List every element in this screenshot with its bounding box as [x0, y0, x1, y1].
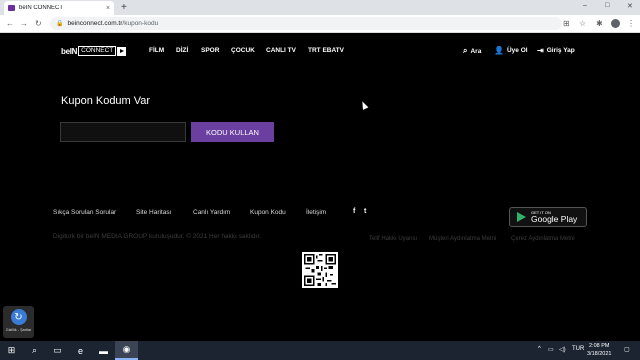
- file-explorer-icon[interactable]: ▬: [92, 341, 115, 360]
- close-window-button[interactable]: ✕: [627, 2, 633, 10]
- nav-cocuk[interactable]: ÇOCUK: [231, 47, 255, 54]
- address-bar: ← → ↻ 🔒 beinconnect.com.tr/kupon-kodu ⊞ …: [0, 15, 640, 33]
- forward-arrow-icon[interactable]: →: [20, 18, 28, 29]
- login-icon: ⇥: [537, 46, 544, 55]
- bein-connect-logo[interactable]: beIN CONNECT: [61, 46, 127, 56]
- nav-spor[interactable]: SPOR: [201, 47, 219, 54]
- nav-dizi[interactable]: DİZİ: [176, 47, 188, 54]
- nav-trt-ebatv[interactable]: TRT EBATV: [308, 47, 344, 54]
- logo-bein-text: beIN: [61, 46, 78, 56]
- browser-tab[interactable]: beIN CONNECT ×: [4, 1, 114, 15]
- browser-tab-strip: beIN CONNECT × + – □ ✕: [0, 0, 640, 15]
- url-text: beinconnect.com.tr/kupon-kodu: [67, 20, 158, 27]
- translate-icon[interactable]: ⊞: [563, 18, 570, 29]
- add-user-icon: 👤: [494, 46, 504, 55]
- facebook-icon[interactable]: f: [353, 208, 355, 215]
- tab-title: beIN CONNECT: [19, 5, 64, 11]
- url-field[interactable]: 🔒 beinconnect.com.tr/kupon-kodu: [50, 17, 562, 30]
- language-indicator[interactable]: TUR: [572, 346, 584, 352]
- privacy-notification[interactable]: ↻ Gizlilik - Şartlar: [3, 306, 34, 338]
- search-icon[interactable]: ⌕: [23, 341, 46, 360]
- redeem-code-button[interactable]: KODU KULLAN: [191, 122, 274, 142]
- search-button[interactable]: ⌕ Ara: [463, 46, 481, 56]
- bein-favicon-icon: [8, 5, 15, 11]
- recaptcha-icon: ↻: [10, 309, 27, 325]
- qr-code: [302, 252, 338, 288]
- page-title: Kupon Kodum Var: [61, 95, 151, 107]
- reload-icon[interactable]: ↻: [35, 18, 42, 29]
- chrome-taskbar-icon[interactable]: ◉: [115, 341, 138, 360]
- close-tab-icon[interactable]: ×: [106, 5, 110, 12]
- coupon-code-input[interactable]: [60, 122, 186, 142]
- footer-link-contact[interactable]: İletişim: [306, 209, 326, 216]
- login-button[interactable]: ⇥ Giriş Yap: [537, 46, 575, 55]
- gplay-title: Google Play: [531, 214, 578, 224]
- nav-canli-tv[interactable]: CANLI TV: [266, 47, 296, 54]
- footer-link-faq[interactable]: Sıkça Sorulan Sorular: [53, 209, 116, 216]
- footer-link-customer-disclosure[interactable]: Müşteri Aydınlatma Metni: [429, 236, 496, 242]
- network-icon[interactable]: ▭: [548, 346, 554, 353]
- extensions-puzzle-icon[interactable]: ✱: [596, 18, 603, 29]
- edge-browser-icon[interactable]: e: [69, 341, 92, 360]
- minimize-button[interactable]: –: [583, 2, 587, 9]
- lock-icon: 🔒: [56, 21, 64, 27]
- signup-label: Üye Ol: [506, 47, 528, 54]
- search-label: Ara: [470, 47, 482, 55]
- maximize-button[interactable]: □: [605, 2, 609, 9]
- search-icon: ⌕: [463, 46, 468, 55]
- start-button[interactable]: ⊞: [0, 341, 23, 360]
- back-arrow-icon[interactable]: ←: [6, 18, 14, 29]
- notifications-icon[interactable]: ▢: [624, 346, 630, 353]
- footer-link-sitemap[interactable]: Site Haritası: [136, 209, 171, 216]
- nav-film[interactable]: FİLM: [149, 47, 164, 54]
- url-domain: beinconnect.com.tr: [67, 20, 123, 27]
- bookmark-star-icon[interactable]: ☆: [579, 18, 586, 29]
- footer-link-coupon[interactable]: Kupon Kodu: [250, 209, 286, 216]
- footer-link-live-help[interactable]: Canlı Yardım: [193, 209, 230, 216]
- clock-date: 3/18/2021: [587, 350, 612, 357]
- google-play-badge[interactable]: GET IT ON Google Play: [509, 207, 587, 227]
- login-label: Giriş Yap: [546, 47, 575, 54]
- google-play-icon: [517, 212, 526, 222]
- volume-icon[interactable]: ◁): [559, 346, 566, 353]
- footer-link-copyright-notice[interactable]: Telif Hakkı Uyarısı: [369, 236, 417, 242]
- windows-taskbar: ⊞ ⌕ ▭ e ▬ ◉ ^ ▭ ◁) TUR 2:08 PM 3/18/2021…: [0, 341, 640, 360]
- notification-text: Gizlilik - Şartlar: [5, 328, 32, 332]
- twitter-icon[interactable]: t: [364, 208, 366, 215]
- url-path: /kupon-kodu: [122, 20, 159, 27]
- system-clock[interactable]: 2:08 PM 3/18/2021: [587, 343, 611, 358]
- signup-button[interactable]: 👤 Üye Ol: [494, 46, 528, 55]
- browser-menu-icon[interactable]: ⋮: [627, 18, 635, 29]
- clock-time: 2:08 PM: [588, 343, 610, 349]
- play-icon: [117, 46, 127, 56]
- profile-avatar-icon[interactable]: [611, 19, 620, 28]
- mouse-cursor-icon: [359, 100, 369, 110]
- footer-link-cookie-disclosure[interactable]: Çerez Aydınlatma Metni: [511, 236, 575, 242]
- tray-chevron-icon[interactable]: ^: [538, 346, 541, 352]
- copyright-text: Digiturk bir beIN MEDIA GROUP kuruluşudu…: [53, 233, 262, 240]
- task-view-icon[interactable]: ▭: [46, 341, 69, 360]
- new-tab-button[interactable]: +: [121, 1, 127, 14]
- logo-connect-text: CONNECT: [78, 46, 117, 56]
